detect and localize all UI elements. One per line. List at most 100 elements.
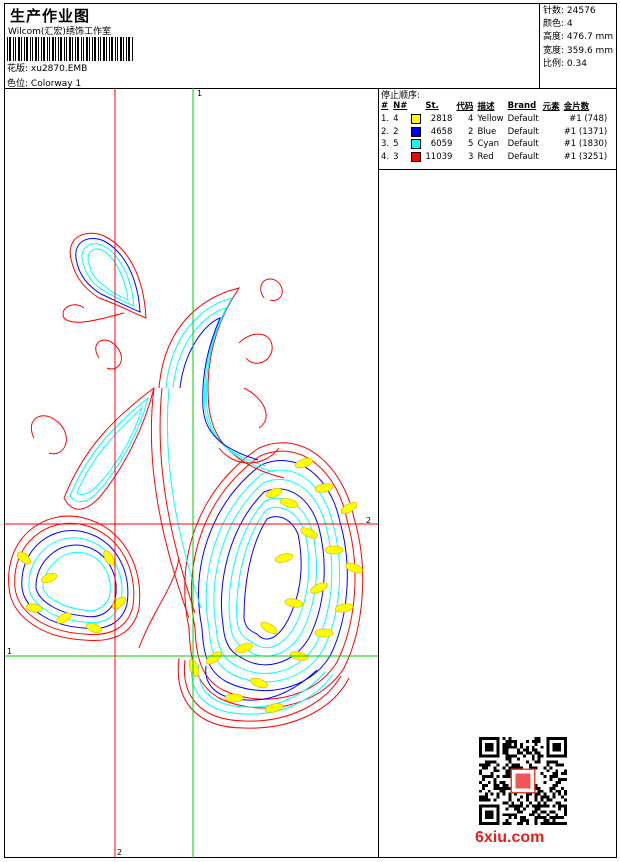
qr-module [537, 804, 541, 808]
design-metadata: 针数: 24576 颜色: 4 高度: 476.7 mm 宽度: 359.6 m… [539, 3, 617, 89]
qr-module [543, 804, 547, 808]
qr-module [514, 742, 518, 746]
barcode-bar [13, 37, 14, 61]
col-header: St. [425, 101, 439, 111]
qr-module [520, 745, 523, 749]
cell-needle: 2 [393, 126, 399, 137]
embroidery-design: 1 2 1 2 [4, 88, 378, 858]
qr-module [534, 816, 538, 820]
qr-module [496, 763, 500, 767]
qr-module [484, 742, 488, 746]
qr-module [564, 742, 567, 746]
qr-module [496, 775, 500, 779]
qr-module [496, 819, 500, 823]
qr-module [511, 763, 515, 767]
qr-module [493, 766, 497, 770]
qr-module [555, 748, 559, 752]
cell-description: Cyan [477, 139, 499, 150]
qr-module [481, 754, 485, 758]
qr-module [555, 783, 559, 787]
qr-module [484, 737, 488, 740]
qr-module [520, 819, 523, 823]
qr-module [487, 813, 491, 817]
col-header: 元素 [542, 102, 560, 112]
barcode-bar [120, 37, 122, 61]
qr-module [508, 754, 512, 758]
qr-module [537, 739, 541, 743]
qr-module [546, 748, 550, 752]
qr-module [484, 822, 488, 825]
barcode-bar [43, 37, 45, 61]
qr-module [496, 792, 500, 796]
qr-module [479, 781, 482, 784]
design-file: 花版: xu2870.EMB [7, 61, 87, 74]
qr-module [517, 748, 521, 752]
barcode-bar [64, 37, 65, 61]
qr-module [496, 783, 500, 787]
qr-module [537, 789, 541, 793]
qr-module [558, 807, 562, 811]
barcode-bar [92, 37, 93, 61]
qr-module [499, 786, 503, 790]
qr-module [555, 754, 559, 758]
col-header: 代码 [456, 102, 474, 112]
qr-module [490, 754, 494, 758]
qr-module [555, 760, 559, 764]
qr-module [496, 813, 500, 817]
central-petal [158, 287, 285, 479]
qr-module [487, 748, 491, 752]
qr-module [514, 739, 518, 743]
qr-module [555, 772, 559, 776]
qr-module [534, 810, 538, 814]
barcode-bar [98, 37, 99, 61]
qr-module [514, 807, 518, 811]
qr-module [552, 748, 556, 752]
barcode-bar [75, 37, 76, 61]
qr-module [479, 739, 482, 743]
qr-module [505, 739, 509, 743]
qr-module [479, 789, 482, 793]
qr-module [487, 822, 491, 825]
barcode-bar [55, 37, 56, 61]
qr-module [487, 775, 491, 779]
qr-module [487, 737, 491, 740]
cell-brand: Default [507, 126, 539, 137]
qr-module [564, 822, 567, 825]
cell-index: 4. [381, 151, 390, 162]
cell-sequin: #1 (1371) [563, 126, 608, 137]
qr-module [549, 766, 553, 770]
guide-label-green-left: 1 [7, 647, 12, 656]
cell-brand: Default [507, 114, 539, 125]
qr-module [534, 804, 538, 808]
qr-module [543, 816, 547, 820]
qr-module [508, 742, 512, 746]
col-header [409, 99, 423, 113]
cell-brand: Default [507, 151, 539, 162]
qr-module [520, 816, 523, 820]
qr-module [552, 783, 556, 787]
qr-module [540, 789, 544, 793]
qr-module [502, 737, 506, 740]
qr-module [537, 807, 541, 811]
barcode-bar [58, 37, 59, 61]
qr-module [490, 745, 494, 749]
col-header: 金片数 [563, 102, 590, 112]
qr-module [555, 763, 559, 767]
qr-module [484, 748, 488, 752]
qr-module [540, 745, 544, 749]
qr-module [520, 801, 523, 805]
qr-module [555, 737, 559, 740]
qr-module [537, 757, 541, 761]
barcode-bar [26, 37, 28, 61]
qr-module [508, 760, 512, 764]
qr-module [534, 739, 538, 743]
qr-module [523, 754, 526, 758]
cell-description: Blue [477, 126, 497, 137]
qr-module [537, 737, 541, 740]
qr-module [552, 816, 556, 820]
qr-module [520, 804, 523, 808]
qr-module [479, 798, 482, 802]
qr-module [552, 819, 556, 823]
qr-module [525, 804, 529, 808]
meta-height: 高度: 476.7 mm [543, 32, 614, 43]
